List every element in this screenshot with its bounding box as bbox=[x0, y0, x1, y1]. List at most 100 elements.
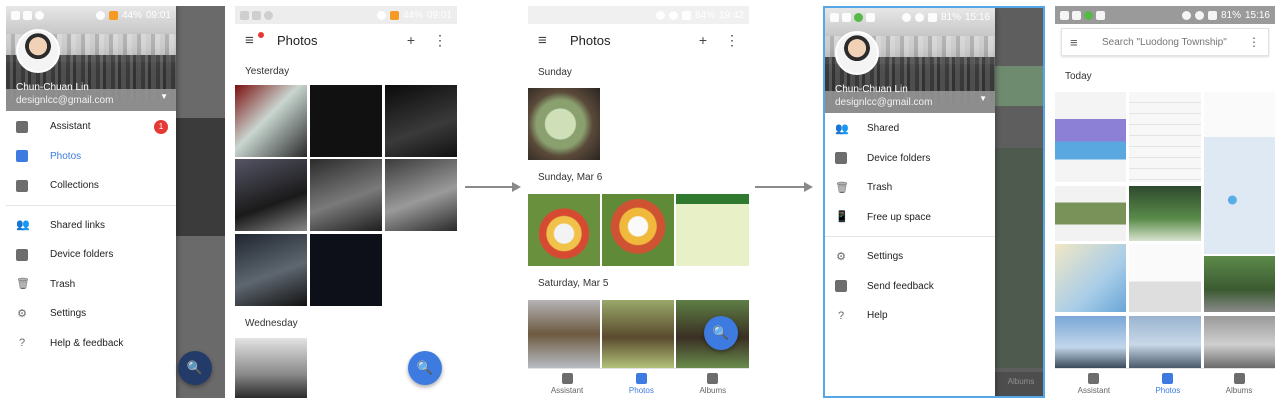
drawer-scrim[interactable] bbox=[176, 6, 225, 398]
battery-text: 44% bbox=[121, 9, 142, 21]
photo-thumb[interactable] bbox=[602, 300, 674, 368]
menu-item-settings[interactable]: ⚙ Settings bbox=[825, 242, 995, 272]
nav-assistant[interactable]: Assistant bbox=[1078, 372, 1110, 395]
avatar[interactable] bbox=[16, 29, 60, 73]
scrim-thumb bbox=[176, 118, 225, 236]
arrow-right-icon bbox=[465, 182, 521, 192]
photo-thumb[interactable] bbox=[1129, 92, 1201, 182]
search-fab[interactable]: 🔍 bbox=[178, 351, 212, 385]
drawer-scrim[interactable]: Albums bbox=[995, 8, 1043, 396]
more-vert-icon[interactable]: ⋮ bbox=[725, 32, 739, 49]
avatar[interactable] bbox=[835, 31, 879, 75]
menu-item-help[interactable]: ? Help bbox=[825, 301, 995, 331]
image-icon bbox=[23, 10, 32, 20]
menu-item-shared-links[interactable]: 👥 Shared links bbox=[6, 211, 176, 241]
photo-thumb[interactable] bbox=[602, 194, 674, 266]
drawer-menu: Assistant 1 Photos Collections 👥 Shared … bbox=[6, 112, 176, 358]
menu-item-help-feedback[interactable]: ? Help & feedback bbox=[6, 329, 176, 359]
account-dropdown-icon[interactable]: ▼ bbox=[160, 92, 168, 101]
assistant-icon bbox=[1088, 372, 1100, 384]
signal-icon bbox=[681, 10, 691, 20]
app-notif-icon bbox=[1060, 10, 1069, 20]
photo-thumb[interactable] bbox=[1055, 186, 1126, 241]
photo-thumb[interactable] bbox=[528, 194, 600, 266]
search-icon: 🔍 bbox=[416, 360, 434, 375]
menu-item-photos[interactable]: Photos bbox=[6, 142, 176, 172]
search-icon: 🔍 bbox=[186, 360, 204, 375]
status-bar: 44% 09:01 bbox=[235, 6, 457, 24]
user-name: Chun-Chuan Lin bbox=[835, 84, 908, 95]
search-fab[interactable]: 🔍 bbox=[408, 351, 442, 385]
photo-thumb[interactable] bbox=[1204, 164, 1275, 254]
drawer-menu: 👥 Shared Device folders 🗑 Trash 📱 Free u… bbox=[825, 114, 995, 331]
menu-item-device-folders[interactable]: Device folders bbox=[6, 240, 176, 270]
photo-thumb[interactable] bbox=[385, 85, 457, 157]
photo-thumb[interactable] bbox=[1204, 316, 1275, 368]
avatar-notif-icon bbox=[264, 10, 273, 20]
menu-item-settings[interactable]: ⚙ Settings bbox=[6, 299, 176, 329]
menu-item-send-feedback[interactable]: Send feedback bbox=[825, 272, 995, 302]
facebook-icon bbox=[240, 10, 249, 20]
arrow-right-icon bbox=[755, 182, 813, 192]
photo-thumb[interactable] bbox=[310, 159, 382, 231]
add-icon[interactable]: + bbox=[699, 32, 707, 48]
search-input[interactable] bbox=[1102, 36, 1248, 48]
photo-thumb[interactable] bbox=[528, 88, 600, 160]
photo-thumb[interactable] bbox=[235, 338, 307, 398]
nav-assistant[interactable]: Assistant bbox=[551, 372, 583, 395]
section-header: Sunday bbox=[538, 67, 572, 78]
avatar-notif-icon bbox=[35, 10, 44, 20]
cloud-icon bbox=[1072, 10, 1081, 20]
menu-item-trash[interactable]: 🗑 Trash bbox=[6, 270, 176, 300]
line-icon bbox=[1084, 10, 1093, 20]
photos-icon bbox=[635, 372, 647, 384]
photo-thumb[interactable] bbox=[528, 300, 600, 368]
photo-thumb[interactable] bbox=[235, 85, 307, 157]
more-vert-icon[interactable]: ⋮ bbox=[1248, 35, 1260, 49]
menu-icon[interactable]: ≡ bbox=[1070, 35, 1088, 50]
menu-icon[interactable]: ≡ bbox=[245, 31, 264, 49]
menu-item-shared[interactable]: 👥 Shared bbox=[825, 114, 995, 144]
vibrate-icon bbox=[655, 10, 665, 20]
photo-thumb[interactable] bbox=[1129, 244, 1201, 312]
nav-photos[interactable]: Photos bbox=[629, 372, 654, 395]
add-icon[interactable]: + bbox=[407, 32, 415, 48]
nav-albums[interactable]: Albums bbox=[1226, 372, 1252, 395]
photo-thumb[interactable] bbox=[235, 159, 307, 231]
photo-thumb[interactable] bbox=[1055, 92, 1126, 182]
help-icon: ? bbox=[837, 309, 845, 322]
battery-text: 81% bbox=[940, 11, 961, 23]
photo-thumb[interactable] bbox=[235, 234, 307, 306]
photo-thumb[interactable] bbox=[1129, 316, 1201, 368]
search-fab[interactable]: 🔍 bbox=[704, 316, 738, 350]
battery-text: 44% bbox=[402, 9, 423, 21]
nav-albums[interactable]: Albums bbox=[699, 372, 726, 395]
menu-item-collections[interactable]: Collections bbox=[6, 171, 176, 201]
more-vert-icon[interactable]: ⋮ bbox=[433, 32, 447, 49]
photo-thumb[interactable] bbox=[385, 159, 457, 231]
battery-text: 84% bbox=[694, 9, 715, 21]
menu-item-free-up-space[interactable]: 📱 Free up space bbox=[825, 203, 995, 233]
section-header: Today bbox=[1065, 71, 1092, 82]
photo-thumb[interactable] bbox=[1204, 256, 1275, 312]
navigation-drawer: 81% 15:16 Chun-Chuan Lin designlcc@gmail.… bbox=[825, 8, 995, 396]
people-icon: 👥 bbox=[835, 122, 849, 135]
photo-thumb[interactable] bbox=[1129, 186, 1201, 241]
photo-thumb[interactable] bbox=[676, 194, 749, 266]
photo-thumb[interactable] bbox=[1055, 244, 1126, 312]
photo-thumb[interactable] bbox=[310, 234, 382, 306]
account-dropdown-icon[interactable]: ▼ bbox=[979, 94, 987, 103]
signal-icon bbox=[108, 10, 118, 20]
feedback-icon bbox=[835, 280, 847, 293]
menu-item-device-folders[interactable]: Device folders bbox=[825, 144, 995, 174]
photo-thumb[interactable] bbox=[310, 85, 382, 157]
clock: 09:01 bbox=[426, 9, 452, 21]
menu-item-assistant[interactable]: Assistant 1 bbox=[6, 112, 176, 142]
nav-photos[interactable]: Photos bbox=[1155, 372, 1180, 395]
photo-thumb[interactable] bbox=[1055, 316, 1126, 368]
trash-icon: 🗑 bbox=[16, 278, 30, 291]
menu-icon[interactable]: ≡ bbox=[538, 32, 556, 49]
menu-item-trash[interactable]: 🗑 Trash bbox=[825, 173, 995, 203]
status-bar: 44% 09:01 bbox=[6, 6, 176, 24]
battery-text: 81% bbox=[1220, 9, 1241, 21]
